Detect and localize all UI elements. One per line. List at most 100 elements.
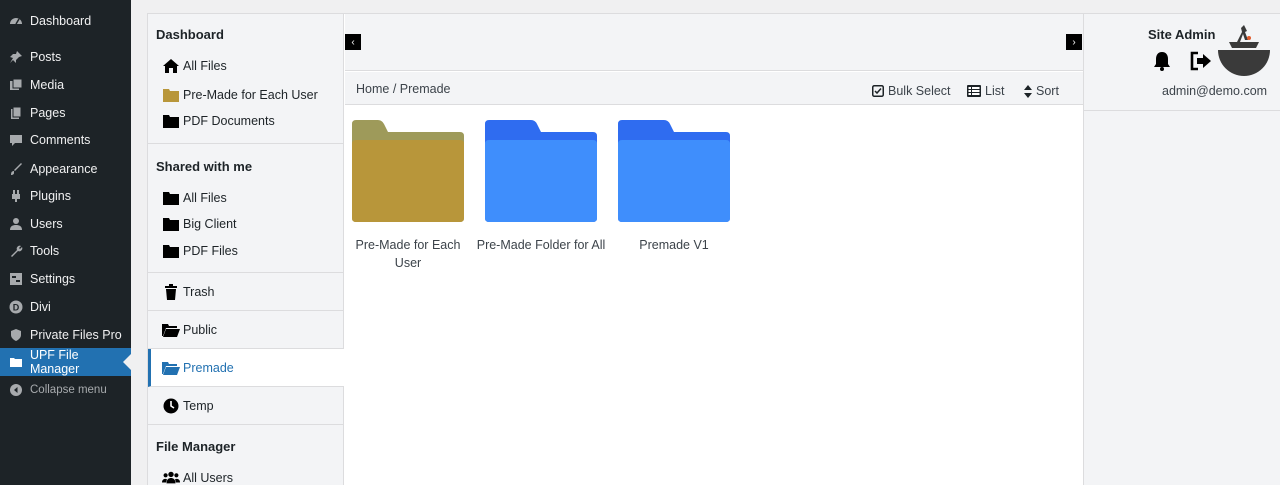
list-icon — [967, 85, 981, 97]
folder-name: Premade V1 — [639, 238, 709, 252]
scroll-left-button[interactable]: ‹ — [345, 34, 361, 50]
list-view-button[interactable]: List — [967, 84, 1004, 98]
bulk-select-label: Bulk Select — [888, 84, 951, 98]
file-manager-sidebar: Dashboard All Files Pre-Made for Each Us… — [148, 14, 344, 485]
sidebar-item-temp[interactable]: Temp — [148, 387, 344, 425]
wp-menu-label: Plugins — [30, 189, 71, 203]
folder-icon — [162, 243, 180, 259]
chevron-left-icon: ‹ — [351, 36, 355, 48]
sidebar-item-label: Big Client — [183, 217, 237, 231]
breadcrumb[interactable]: Home / Premade — [356, 82, 450, 96]
folder-open-icon — [162, 322, 180, 338]
sidebar-item-premade[interactable]: Premade — [148, 349, 344, 387]
file-manager-pathbar: Home / Premade Bulk Select List Sort — [345, 72, 1083, 105]
bulk-select-button[interactable]: Bulk Select — [872, 84, 951, 98]
pin-icon — [8, 49, 24, 65]
sort-button[interactable]: Sort — [1024, 84, 1059, 98]
sidebar-dashboard-heading: Dashboard — [156, 27, 224, 42]
sidebar-item-shared-all-files[interactable]: All Files — [162, 188, 227, 208]
folder-icon — [352, 120, 464, 222]
sidebar-item-label: Pre-Made for Each User — [183, 88, 318, 102]
sidebar-file-manager-section: File Manager All Users — [148, 425, 344, 485]
file-manager-topbar: ‹ › — [345, 14, 1083, 71]
divi-icon: D — [8, 299, 24, 315]
avatar[interactable] — [1218, 22, 1270, 81]
wp-menu-media[interactable]: Media — [0, 71, 131, 99]
folder-open-icon — [162, 360, 180, 376]
notifications-button[interactable] — [1153, 51, 1171, 76]
collapse-menu-label: Collapse menu — [30, 384, 107, 396]
folder-icon — [162, 87, 180, 103]
logout-button[interactable] — [1190, 51, 1212, 76]
sidebar-dashboard-section: Dashboard All Files Pre-Made for Each Us… — [148, 14, 344, 144]
wp-menu-posts[interactable]: Posts — [0, 43, 131, 71]
wp-menu-pages[interactable]: Pages — [0, 99, 131, 127]
bell-icon — [1154, 52, 1170, 71]
plug-icon — [8, 188, 24, 204]
comment-icon — [8, 132, 24, 148]
folder-icon — [162, 190, 180, 206]
user-name: Site Admin — [1148, 27, 1216, 42]
user-panel: Site Admin admin@demo.com — [1083, 14, 1280, 111]
sidebar-item-label: PDF Files — [183, 244, 238, 258]
sidebar-item-all-users[interactable]: All Users — [162, 468, 233, 485]
sidebar-item-big-client[interactable]: Big Client — [162, 214, 237, 234]
file-manager-content: Pre-Made for Each User Pre-Made Folder f… — [345, 106, 1083, 485]
sidebar-item-label: Trash — [183, 284, 215, 299]
sidebar-item-label: PDF Documents — [183, 114, 275, 128]
wp-menu-appearance[interactable]: Appearance — [0, 155, 131, 183]
folder-tile[interactable]: Premade V1 — [609, 120, 739, 254]
sidebar-shared-section: Shared with me All Files Big Client PDF … — [148, 144, 344, 273]
chevron-right-icon: › — [1072, 36, 1076, 48]
wp-menu-label: Comments — [30, 133, 91, 147]
wp-menu-upf-file-manager[interactable]: UPF File Manager — [0, 348, 131, 376]
folder-icon — [162, 113, 180, 129]
media-icon — [8, 77, 24, 93]
wp-menu-label: Private Files Pro — [30, 328, 122, 342]
trash-icon — [162, 283, 180, 300]
wp-menu-comments[interactable]: Comments — [0, 126, 131, 154]
folder-tile[interactable]: Pre-Made Folder for All — [476, 120, 606, 254]
wp-menu-plugins[interactable]: Plugins — [0, 182, 131, 210]
sidebar-item-pdf-documents[interactable]: PDF Documents — [162, 111, 275, 131]
sidebar-item-all-files[interactable]: All Files — [162, 56, 227, 76]
sidebar-item-trash[interactable]: Trash — [148, 273, 344, 311]
wp-menu-settings[interactable]: Settings — [0, 265, 131, 293]
sidebar-item-public[interactable]: Public — [148, 311, 344, 349]
wp-menu-label: Tools — [30, 244, 60, 258]
sidebar-item-label: Public — [183, 322, 218, 337]
folder-tile[interactable]: Pre-Made for Each User — [343, 120, 473, 272]
wp-menu-label: UPF File Manager — [29, 348, 80, 376]
wp-menu-label: Divi — [30, 300, 51, 314]
avatar-logo-icon — [1218, 25, 1270, 76]
sidebar-file-manager-heading: File Manager — [156, 439, 236, 454]
wp-menu-label: Settings — [30, 272, 76, 286]
sidebar-item-label: All Files — [183, 191, 227, 205]
wp-menu-label: Appearance — [30, 162, 98, 176]
folder-icon — [618, 120, 730, 222]
collapse-icon — [8, 382, 24, 398]
wp-menu-tools[interactable]: Tools — [0, 237, 131, 265]
sidebar-item-label: Temp — [183, 398, 214, 413]
home-icon — [162, 58, 180, 74]
wp-menu-divi[interactable]: D Divi — [0, 293, 131, 321]
user-email: admin@demo.com — [1162, 84, 1268, 98]
folder-name: Pre-Made for Each User — [355, 238, 461, 270]
wp-menu-users[interactable]: Users — [0, 210, 131, 238]
list-view-label: List — [985, 84, 1005, 98]
wp-menu-dashboard[interactable]: Dashboard — [0, 7, 131, 35]
clock-icon — [162, 398, 180, 414]
user-icon — [8, 216, 24, 232]
folder-icon — [162, 216, 180, 232]
checkbox-icon — [872, 85, 884, 97]
sidebar-item-pdf-files[interactable]: PDF Files — [162, 241, 238, 261]
wp-menu-private-files-pro[interactable]: Private Files Pro — [0, 321, 131, 349]
wp-menu-label: Pages — [30, 106, 66, 120]
shield-icon — [8, 327, 24, 343]
pages-icon — [8, 105, 24, 121]
scroll-right-button[interactable]: › — [1066, 34, 1082, 50]
folder-icon — [485, 120, 597, 222]
wp-menu-label: Media — [30, 78, 65, 92]
sidebar-item-pre-made-for-each-user[interactable]: Pre-Made for Each User — [162, 85, 318, 105]
collapse-menu-button[interactable]: Collapse menu — [0, 376, 131, 404]
